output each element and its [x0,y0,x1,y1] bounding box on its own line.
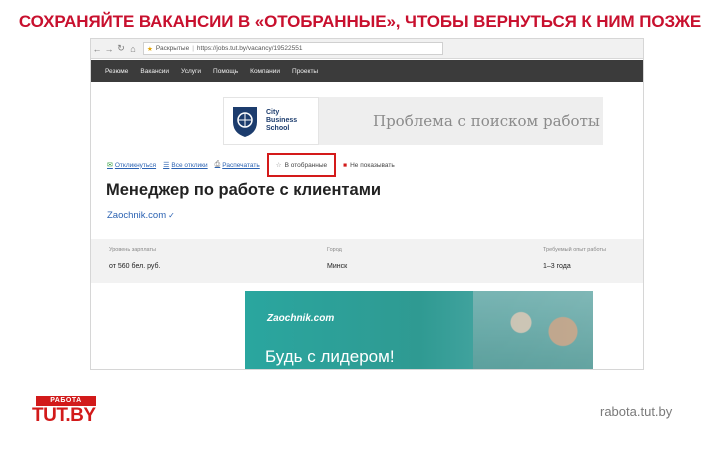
all-responses-link[interactable]: ☰ Все отклики [163,161,208,170]
forward-icon[interactable]: → [103,44,115,54]
ad-photo [473,291,593,369]
salary-block: Уровень зарплаты от 560 бел. руб. [109,247,160,270]
url-text: https://jobs.tut.by/vacancy/19522551 [196,45,303,52]
hide-label: Не показывать [350,161,395,169]
all-responses-label: Все отклики [171,161,208,169]
rabota-tutby-logo: РАБОТА TUT.BY [30,396,114,430]
verified-check-icon: ✓ [168,211,175,220]
nav-item-services[interactable]: Услуги [181,68,201,75]
ad-slogan: Будь с лидером! [265,347,395,366]
experience-block: Требуемый опыт работы 1–3 года [543,247,606,270]
banner-ad-text: Проблема с поиском работы [319,97,603,145]
site-nav: Резюме Вакансии Услуги Помощь Компании П… [91,60,643,82]
crest-icon [233,107,257,137]
print-link[interactable]: ⎙ Распечатать [215,161,260,169]
url-separator: | [192,45,194,52]
reload-icon[interactable]: ↻ [115,43,127,54]
nav-item-resume[interactable]: Резюме [105,68,128,75]
school-name-2: Business [266,117,298,124]
school-name-3: School [266,125,290,132]
salary-value: от 560 бел. руб. [109,263,161,270]
company-name: Zaochnik.com [107,210,167,221]
city-block: Город Минск [327,247,347,270]
nav-item-vacancies[interactable]: Вакансии [140,68,169,75]
hide-icon: ■ [343,161,348,169]
bookmark-label: Раскрытые [155,45,190,52]
nav-item-help[interactable]: Помощь [213,68,238,75]
top-banner[interactable]: City Business School Проблема с поиском … [223,97,603,145]
school-name-1: City [266,109,280,116]
slide-title: СОХРАНЯЙТЕ ВАКАНСИИ В «ОТОБРАННЫЕ», ЧТОБ… [18,12,702,31]
envelope-icon: ✉ [107,162,113,169]
experience-label: Требуемый опыт работы [543,247,606,253]
nav-item-companies[interactable]: Компании [250,68,280,75]
bookmark-icon: ★ [147,45,153,53]
add-to-selected-label: В отобранные [284,161,328,169]
experience-value: 1–3 года [543,263,571,270]
list-icon: ☰ [163,162,170,169]
nav-item-projects[interactable]: Проекты [292,68,318,75]
browser-screenshot: ← → ↻ ⌂ ★ Раскрытые | https://jobs.tut.b… [90,38,644,370]
print-icon: ⎙ [214,161,221,168]
salary-label: Уровень зарплаты [109,247,156,253]
back-icon[interactable]: ← [91,44,103,54]
print-label: Распечатать [222,161,260,169]
add-to-selected-button[interactable]: ☆ В отобранные [266,153,337,177]
star-outline-icon: ☆ [275,162,282,169]
vacancy-info-bar: Уровень зарплаты от 560 бел. руб. Город … [91,239,643,283]
footer-domain: rabota.tut.by [600,404,673,419]
company-ad-banner[interactable]: Zaochnik.com Будь с лидером! [245,291,593,369]
vacancy-title: Менеджер по работе с клиентами [106,181,382,199]
address-bar[interactable]: ★ Раскрытые | https://jobs.tut.by/vacanc… [143,42,443,55]
respond-link[interactable]: ✉ Откликнуться [107,161,157,170]
browser-toolbar: ← → ↻ ⌂ ★ Раскрытые | https://jobs.tut.b… [91,39,643,59]
city-label: Город [327,247,342,253]
hide-vacancy-button[interactable]: ■ Не показывать [343,162,395,169]
city-value: Минск [327,263,348,270]
home-icon[interactable]: ⌂ [127,44,139,54]
logo-main-text: TUT.BY [32,405,96,426]
company-link[interactable]: Zaochnik.com ✓ [107,210,175,221]
vacancy-actions: ✉ Откликнуться ☰ Все отклики ⎙ Распечата… [107,153,395,177]
respond-label: Откликнуться [114,161,157,169]
school-logo: City Business School [223,97,319,145]
ad-logo: Zaochnik.com [267,313,335,324]
